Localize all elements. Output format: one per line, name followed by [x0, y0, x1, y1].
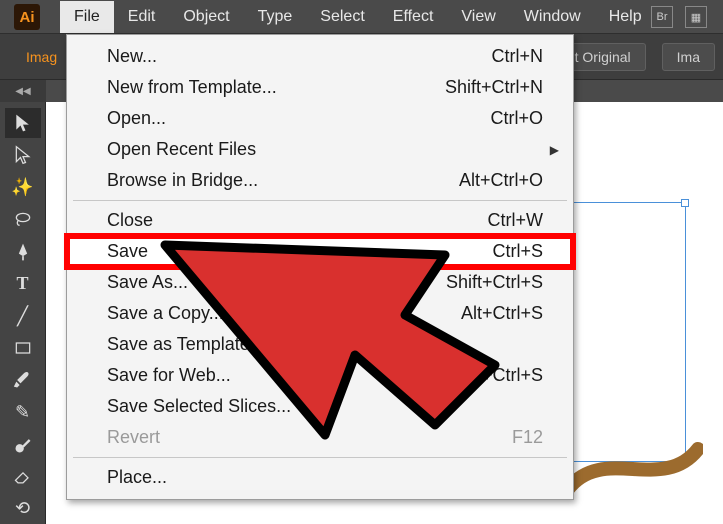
menubar-right: Br ▦: [651, 6, 707, 28]
submenu-arrow-icon: ▶: [550, 143, 559, 157]
menu-item-save-as[interactable]: Save As...Shift+Ctrl+S: [67, 267, 573, 298]
menu-object[interactable]: Object: [169, 1, 243, 33]
line-tool[interactable]: ╱: [5, 301, 41, 331]
menu-item-open-recent[interactable]: Open Recent Files▶: [67, 134, 573, 165]
paintbrush-tool[interactable]: [5, 365, 41, 395]
menu-item-place[interactable]: Place...: [67, 462, 573, 493]
app-logo: Ai: [14, 4, 40, 30]
pencil-tool[interactable]: ✎: [5, 397, 41, 427]
blob-brush-tool[interactable]: [5, 430, 41, 460]
menubar: Ai File Edit Object Type Select Effect V…: [0, 0, 723, 34]
artwork-stroke: [563, 434, 703, 504]
panel-collapse[interactable]: ◀◀: [0, 80, 46, 102]
menu-item-open[interactable]: Open...Ctrl+O: [67, 103, 573, 134]
magic-wand-tool[interactable]: ✨: [5, 172, 41, 202]
menu-item-close[interactable]: CloseCtrl+W: [67, 205, 573, 236]
tool-panel: ✨ T ╱ ✎ ⟲: [0, 102, 46, 524]
direct-selection-tool[interactable]: [5, 140, 41, 170]
menu-separator: [73, 457, 567, 458]
menu-item-save-copy[interactable]: Save a Copy...Alt+Ctrl+S: [67, 298, 573, 329]
image-trace-label[interactable]: Imag: [12, 44, 71, 70]
rectangle-tool[interactable]: [5, 333, 41, 363]
menu-edit[interactable]: Edit: [114, 1, 170, 33]
eraser-tool[interactable]: [5, 462, 41, 492]
menu-effect[interactable]: Effect: [379, 1, 448, 33]
image-trace-button[interactable]: Ima: [662, 43, 715, 71]
menu-help[interactable]: Help: [595, 1, 656, 33]
menu-file[interactable]: File: [60, 1, 114, 33]
menu-item-new-template[interactable]: New from Template...Shift+Ctrl+N: [67, 72, 573, 103]
lasso-tool[interactable]: [5, 204, 41, 234]
menu-item-save[interactable]: SaveCtrl+S: [67, 236, 573, 267]
file-menu-dropdown: New...Ctrl+N New from Template...Shift+C…: [66, 34, 574, 500]
arrange-icon[interactable]: ▦: [685, 6, 707, 28]
menu-item-save-web[interactable]: Save for Web...Alt+Shift+Ctrl+S: [67, 360, 573, 391]
menu-item-revert: RevertF12: [67, 422, 573, 453]
menu-item-browse-bridge[interactable]: Browse in Bridge...Alt+Ctrl+O: [67, 165, 573, 196]
menu-item-new[interactable]: New...Ctrl+N: [67, 41, 573, 72]
pen-tool[interactable]: [5, 237, 41, 267]
menu-item-save-template[interactable]: Save as Template...: [67, 329, 573, 360]
rotate-tool[interactable]: ⟲: [5, 494, 41, 524]
type-tool[interactable]: T: [5, 269, 41, 299]
menu-separator: [73, 200, 567, 201]
resize-handle[interactable]: [681, 199, 689, 207]
bridge-icon[interactable]: Br: [651, 6, 673, 28]
selection-tool[interactable]: [5, 108, 41, 138]
menu-select[interactable]: Select: [306, 1, 378, 33]
menu-view[interactable]: View: [447, 1, 509, 33]
menu-item-save-slices[interactable]: Save Selected Slices...: [67, 391, 573, 422]
menu-type[interactable]: Type: [244, 1, 307, 33]
menu-window[interactable]: Window: [510, 1, 595, 33]
